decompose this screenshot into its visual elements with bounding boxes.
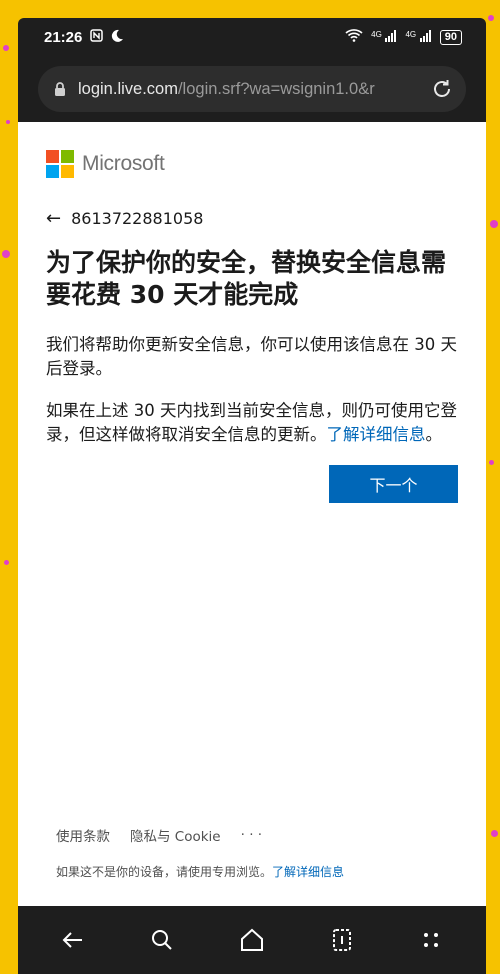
status-time: 21:26 xyxy=(44,28,83,46)
next-button[interactable]: 下一个 xyxy=(329,465,458,503)
tabs-icon[interactable] xyxy=(326,924,358,956)
privacy-link[interactable]: 隐私与 Cookie xyxy=(130,825,221,845)
decor-dot xyxy=(491,830,498,837)
account-identity: 8613722881058 xyxy=(71,209,204,228)
decor-dot xyxy=(488,15,494,21)
login-page: Microsoft ← 8613722881058 为了保护你的安全，替换安全信… xyxy=(18,122,486,906)
decor-dot xyxy=(6,120,10,124)
more-options-link[interactable]: · · · xyxy=(241,827,262,843)
menu-dots-icon[interactable] xyxy=(415,924,447,956)
moon-icon xyxy=(111,29,124,45)
identity-banner[interactable]: ← 8613722881058 xyxy=(46,208,458,229)
info-paragraph-2: 如果在上述 30 天内找到当前安全信息，则仍可使用它登录，但这样做将取消安全信息… xyxy=(46,401,457,444)
signal-icon-1: 4G xyxy=(371,29,397,45)
decor-dot xyxy=(489,460,494,465)
microsoft-logo: Microsoft xyxy=(46,150,458,178)
page-title: 为了保护你的安全，替换安全信息需要花费 30 天才能完成 xyxy=(46,248,447,309)
phone-screen: 21:26 4G 4G 90 login.live.com/login.srf?… xyxy=(18,18,486,974)
back-icon[interactable] xyxy=(57,924,89,956)
reload-icon[interactable] xyxy=(430,77,454,101)
battery-indicator: 90 xyxy=(439,29,462,45)
page-footer: 使用条款 隐私与 Cookie · · · 如果这不是你的设备，请使用专用浏览。… xyxy=(56,825,458,880)
decor-dot xyxy=(3,45,9,51)
wifi-icon xyxy=(345,28,363,46)
lock-icon[interactable] xyxy=(52,81,68,97)
home-icon[interactable] xyxy=(236,924,268,956)
search-icon[interactable] xyxy=(146,924,178,956)
private-browsing-note: 如果这不是你的设备，请使用专用浏览。了解详细信息 xyxy=(56,865,345,879)
decor-dot xyxy=(4,560,9,565)
private-browsing-learn-more-link[interactable]: 了解详细信息 xyxy=(272,865,344,879)
address-bar[interactable]: login.live.com/login.srf?wa=wsignin1.0&r xyxy=(38,66,466,112)
url-text[interactable]: login.live.com/login.srf?wa=wsignin1.0&r xyxy=(78,80,420,99)
terms-link[interactable]: 使用条款 xyxy=(56,825,110,845)
learn-more-link[interactable]: 了解详细信息 xyxy=(327,425,426,444)
decor-dot xyxy=(490,220,498,228)
nfc-icon xyxy=(90,29,104,45)
microsoft-logo-icon xyxy=(46,150,74,178)
decor-dot xyxy=(2,250,10,258)
info-paragraph-1: 我们将帮助你更新安全信息，你可以使用该信息在 30 天后登录。 xyxy=(46,335,457,378)
status-bar: 21:26 4G 4G 90 xyxy=(18,18,486,56)
bottom-nav-bar xyxy=(18,906,486,974)
back-arrow-icon[interactable]: ← xyxy=(46,208,61,229)
brand-name: Microsoft xyxy=(82,152,165,175)
signal-icon-2: 4G xyxy=(405,29,431,45)
